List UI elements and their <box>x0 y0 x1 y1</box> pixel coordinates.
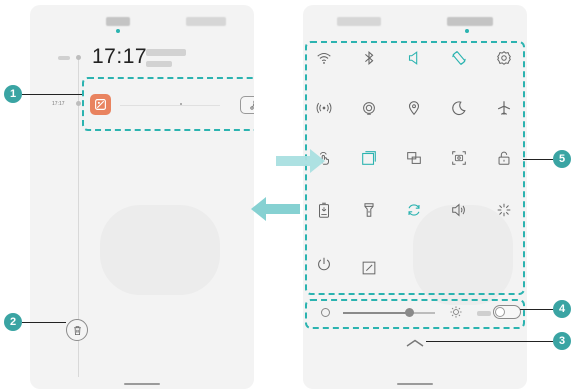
power-saving-tile[interactable] <box>311 197 337 223</box>
timeline-time-label: 17:17 <box>52 101 65 107</box>
performance-tile[interactable] <box>491 197 517 223</box>
date-text <box>146 49 186 56</box>
tab-shortcuts[interactable] <box>447 17 493 26</box>
sync-icon <box>408 204 420 216</box>
wifi-tile[interactable] <box>311 45 337 71</box>
brightness-high-icon <box>450 306 462 318</box>
callout-3-line <box>426 341 553 342</box>
home-indicator[interactable] <box>397 383 433 385</box>
multi-window-icon <box>362 151 376 165</box>
location-icon <box>408 101 420 116</box>
share-icon <box>250 100 254 110</box>
screen-lock-tile[interactable] <box>491 145 517 171</box>
sound-tile[interactable] <box>401 45 427 71</box>
wifi-icon <box>317 52 331 64</box>
bluetooth-icon <box>365 50 374 66</box>
tab-shortcuts[interactable] <box>186 17 226 26</box>
screen-cast-tile[interactable] <box>401 145 427 171</box>
screenshot-icon <box>452 151 466 165</box>
power-saving-icon <box>319 202 329 218</box>
power-off-icon <box>318 257 330 271</box>
flashlight-icon <box>364 203 374 217</box>
multi-window-tile[interactable] <box>356 145 382 171</box>
callout-4-line <box>520 309 553 310</box>
bluetooth-tile[interactable] <box>356 45 382 71</box>
trash-icon <box>73 325 81 335</box>
clock-time: 17:17 <box>92 45 148 68</box>
auto-brightness-label <box>477 311 491 316</box>
active-tab-indicator <box>116 29 120 33</box>
tab-notifications[interactable] <box>337 17 381 26</box>
volume-tile[interactable] <box>446 197 472 223</box>
callout-5-line <box>523 159 553 160</box>
settings-tile[interactable] <box>491 45 517 71</box>
notification-text <box>120 105 220 106</box>
callout-4: 4 <box>553 300 571 318</box>
sync-tile[interactable] <box>401 197 427 223</box>
location-tile[interactable] <box>401 95 427 121</box>
arrow-right-icon <box>276 149 325 173</box>
screen-lock-icon <box>498 151 510 165</box>
notification-dot <box>180 103 182 105</box>
brightness-slider-fill <box>343 312 410 314</box>
flashlight-tile[interactable] <box>356 197 382 223</box>
toggle-knob <box>495 307 505 317</box>
mobile-data-tile[interactable] <box>311 95 337 121</box>
screen-cast-icon <box>407 152 421 164</box>
auto-brightness-toggle[interactable] <box>493 305 521 319</box>
mobile-data-icon <box>316 102 332 114</box>
brightness-slider-knob[interactable] <box>404 308 414 317</box>
screenshot-tile[interactable] <box>446 145 472 171</box>
callout-5: 5 <box>553 150 571 168</box>
auto-rotate-icon <box>452 51 466 65</box>
home-indicator[interactable] <box>124 383 160 385</box>
settings-gear-icon <box>497 51 511 65</box>
stage: 17:17 17:17 1 2 3 4 5 <box>0 0 571 392</box>
sound-icon <box>408 51 418 65</box>
edit-tile[interactable] <box>356 255 382 281</box>
callout-1: 1 <box>4 85 22 103</box>
gallery-icon <box>90 94 111 115</box>
performance-icon <box>497 203 511 217</box>
background-watermark <box>100 205 220 295</box>
callout-2: 2 <box>4 313 22 331</box>
volume-icon <box>452 203 465 217</box>
panel-tabs <box>30 17 254 29</box>
quick-settings-screen <box>303 5 527 389</box>
brightness-low-icon <box>321 308 330 317</box>
clear-notifications-button[interactable] <box>66 319 88 341</box>
panel-tabs <box>303 17 527 29</box>
hotspot-icon <box>363 102 375 115</box>
chevron-up-icon[interactable] <box>405 339 425 347</box>
power-off-tile[interactable] <box>311 251 337 277</box>
airplane-mode-icon <box>497 101 511 115</box>
notification-panel-screen: 17:17 17:17 <box>30 5 254 389</box>
timeline-node <box>76 55 81 60</box>
auto-rotate-tile[interactable] <box>446 45 472 71</box>
weekday-text <box>146 61 172 67</box>
callout-1-line <box>22 94 82 95</box>
edit-icon <box>362 261 376 275</box>
notification-card[interactable] <box>88 90 254 124</box>
eye-comfort-tile[interactable] <box>446 95 472 121</box>
hotspot-tile[interactable] <box>356 95 382 121</box>
callout-3: 3 <box>553 332 571 350</box>
brightness-highlight <box>305 299 525 329</box>
share-button[interactable] <box>240 96 254 114</box>
active-tab-indicator <box>465 29 469 33</box>
timeline-date-label <box>58 56 70 60</box>
eye-comfort-icon <box>452 101 466 115</box>
tab-notifications[interactable] <box>106 17 130 26</box>
arrow-left-icon <box>251 197 300 221</box>
timeline-node <box>76 101 81 106</box>
airplane-mode-tile[interactable] <box>491 95 517 121</box>
callout-2-line <box>22 322 66 323</box>
